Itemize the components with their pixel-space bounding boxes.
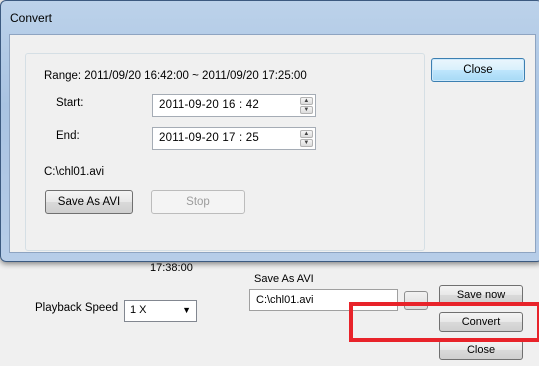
start-datetime-picker[interactable]: 2011-09-20 16 : 42 ▲ ▼	[152, 94, 316, 117]
end-spinner[interactable]: ▲ ▼	[300, 130, 313, 147]
save-as-avi-label: Save As AVI	[254, 273, 314, 285]
spin-down-icon[interactable]: ▼	[300, 139, 313, 147]
playback-speed-select[interactable]: 1 X ▼	[124, 300, 197, 322]
spin-up-icon[interactable]: ▲	[300, 97, 313, 105]
start-label: Start:	[56, 97, 84, 109]
start-datetime-value: 2011-09-20 16 : 42	[159, 99, 259, 111]
dialog-close-button[interactable]: Close	[431, 58, 525, 82]
convert-group: Range: 2011/09/20 16:42:00 ~ 2011/09/20 …	[25, 53, 425, 251]
current-time: 17:38:00	[150, 262, 193, 274]
stop-button[interactable]: Stop	[151, 190, 245, 214]
dialog-content: Range: 2011/09/20 16:42:00 ~ 2011/09/20 …	[9, 34, 536, 253]
save-as-avi-button[interactable]: Save As AVI	[45, 190, 133, 214]
file-path-text: C:\chl01.avi	[44, 166, 105, 178]
spin-down-icon[interactable]: ▼	[300, 106, 313, 114]
highlight-box	[349, 302, 539, 342]
start-spinner[interactable]: ▲ ▼	[300, 97, 313, 114]
spin-up-icon[interactable]: ▲	[300, 130, 313, 138]
playback-speed-value: 1 X	[130, 304, 147, 316]
end-label: End:	[56, 130, 80, 142]
dialog-title: Convert	[10, 11, 53, 25]
range-text: Range: 2011/09/20 16:42:00 ~ 2011/09/20 …	[44, 70, 307, 82]
dropdown-arrow-icon: ▼	[182, 305, 191, 315]
end-datetime-picker[interactable]: 2011-09-20 17 : 25 ▲ ▼	[152, 127, 316, 150]
close-button[interactable]: Close	[439, 340, 523, 360]
end-datetime-value: 2011-09-20 17 : 25	[159, 132, 259, 144]
playback-speed-label: Playback Speed	[35, 302, 119, 314]
convert-dialog: Convert Range: 2011/09/20 16:42:00 ~ 201…	[0, 0, 539, 262]
